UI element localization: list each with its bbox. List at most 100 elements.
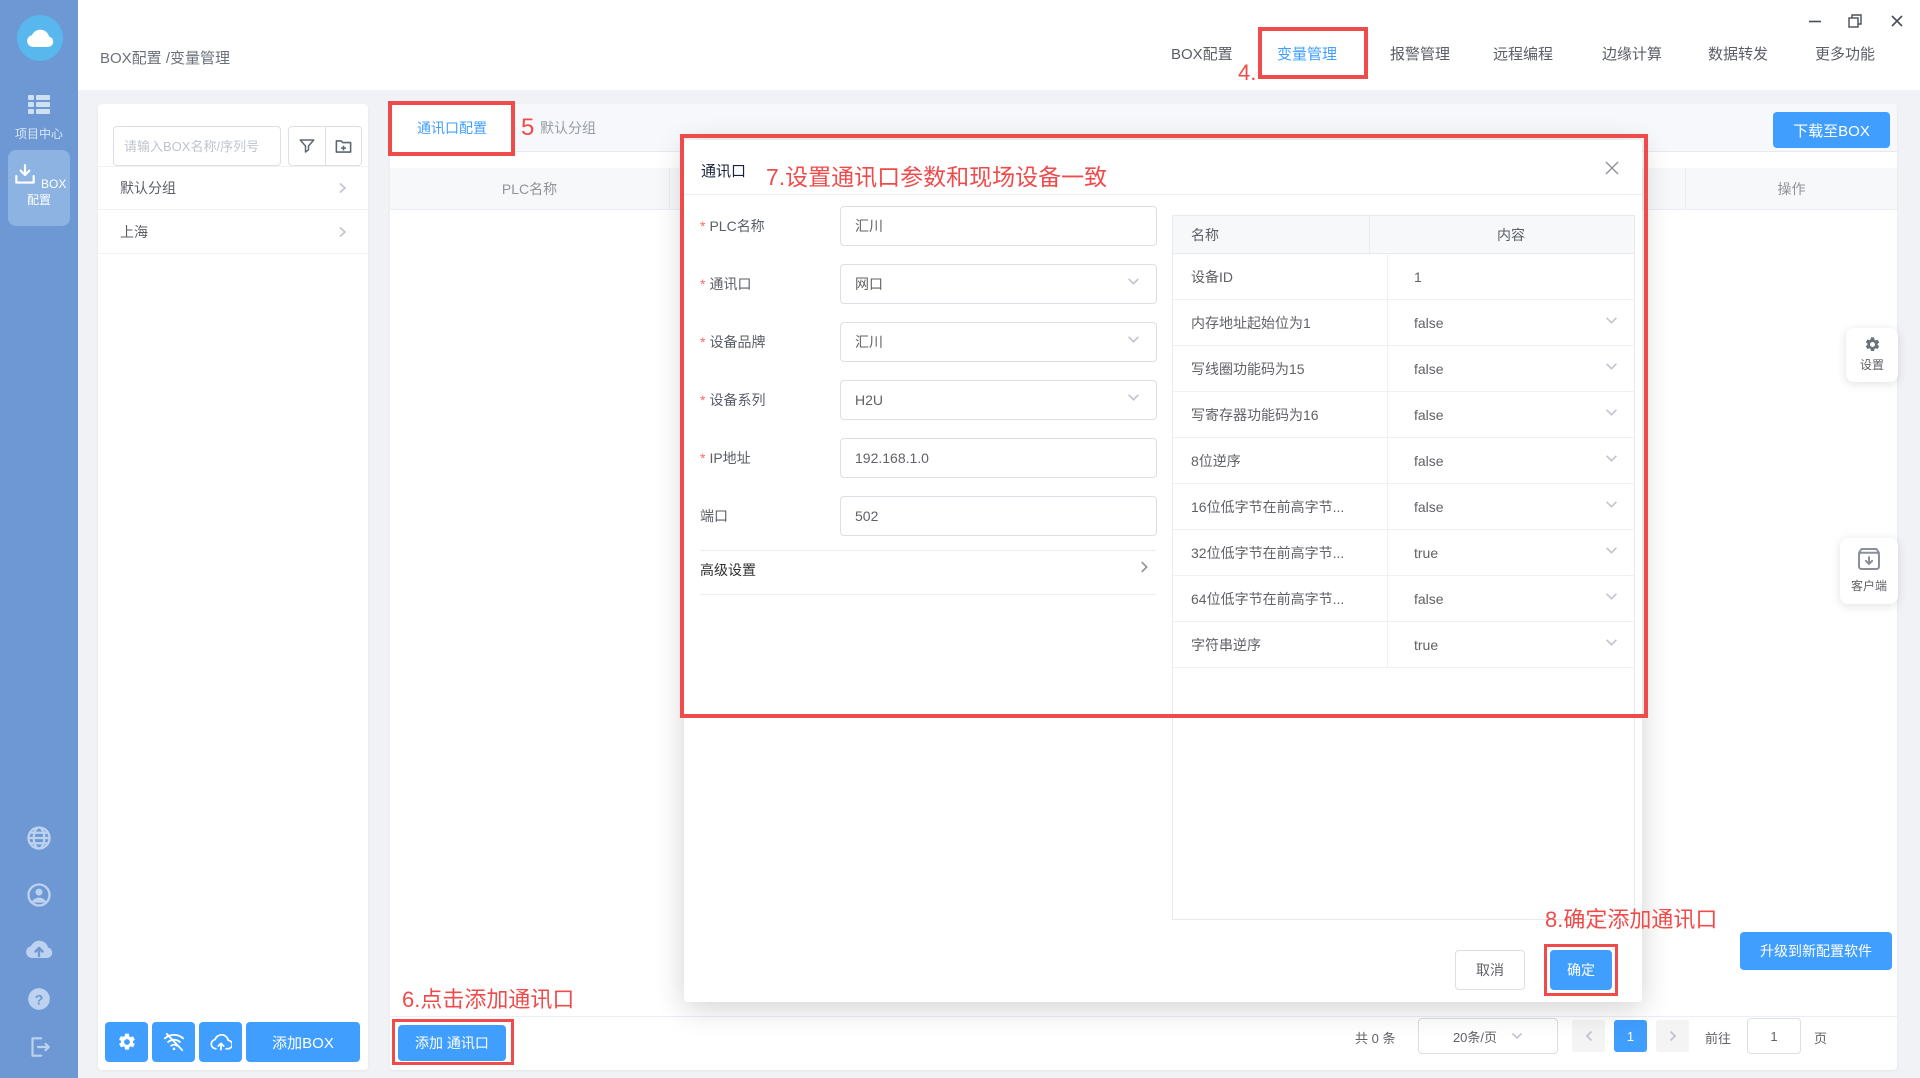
exit-icon bbox=[26, 1034, 52, 1060]
wifi-off-icon bbox=[163, 1032, 185, 1052]
param-row-16bit-order: 16位低字节在前高字节... false bbox=[1173, 484, 1634, 530]
port-input[interactable] bbox=[840, 496, 1157, 536]
dialog-header: 通讯口 bbox=[684, 140, 1642, 195]
float-client-button[interactable]: 客户端 bbox=[1840, 538, 1898, 604]
cancel-button[interactable]: 取消 bbox=[1455, 950, 1525, 990]
column-name: 名称 bbox=[1173, 216, 1370, 254]
field-label: PLC名称 bbox=[709, 218, 764, 234]
search-input[interactable] bbox=[113, 126, 281, 166]
chevron-down-icon[interactable] bbox=[1605, 362, 1618, 371]
prev-page-button[interactable] bbox=[1572, 1020, 1605, 1052]
group-label: 默认分组 bbox=[120, 178, 176, 198]
comm-port-select[interactable] bbox=[840, 264, 1157, 304]
add-box-button[interactable]: 添加BOX bbox=[246, 1022, 360, 1062]
close-icon[interactable] bbox=[1602, 158, 1622, 178]
required-mark: * bbox=[700, 218, 705, 234]
funnel-icon bbox=[298, 137, 316, 155]
close-window-button[interactable] bbox=[1886, 10, 1908, 32]
filter-button[interactable] bbox=[289, 127, 325, 165]
param-row-64bit-order: 64位低字节在前高字节... false bbox=[1173, 576, 1634, 622]
wifi-off-button[interactable] bbox=[152, 1022, 195, 1062]
float-client-label: 客户端 bbox=[1840, 577, 1898, 594]
device-brand-select[interactable] bbox=[840, 322, 1157, 362]
upgrade-config-software-button[interactable]: 升级到新配置软件 bbox=[1740, 932, 1892, 970]
client-download-icon bbox=[1854, 544, 1884, 574]
settings-button[interactable] bbox=[105, 1022, 148, 1062]
sidebar-item-cloud-sync[interactable] bbox=[0, 936, 78, 967]
ip-address-input[interactable] bbox=[840, 438, 1157, 478]
chevron-down-icon[interactable] bbox=[1605, 316, 1618, 325]
advanced-settings-toggle[interactable]: 高级设置 bbox=[700, 560, 756, 580]
box-list-panel: 默认分组 上海 添加BOX bbox=[98, 104, 368, 1070]
tab-default-group[interactable]: 默认分组 bbox=[540, 104, 596, 152]
chevron-down-icon bbox=[1127, 335, 1140, 344]
svg-text:?: ? bbox=[35, 991, 44, 1007]
minimize-button[interactable] bbox=[1804, 10, 1826, 32]
sidebar-item-help[interactable]: ? bbox=[0, 986, 78, 1017]
table-footer: 共 0 条 20条/页 1 前往 页 bbox=[390, 1016, 1897, 1070]
cloud-upload-button[interactable] bbox=[199, 1022, 242, 1062]
float-settings-button[interactable]: 设置 bbox=[1846, 328, 1898, 382]
next-page-button[interactable] bbox=[1656, 1020, 1689, 1052]
comm-port-dialog: 通讯口 *PLC名称 *通讯口 *设备品牌 *设备系列 *IP地址 端口 高级设… bbox=[684, 140, 1642, 1002]
box-config-download-icon bbox=[12, 162, 38, 188]
param-row-8bit-reverse: 8位逆序 false bbox=[1173, 438, 1634, 484]
field-label: 设备系列 bbox=[709, 392, 765, 408]
tab-comm-port-config[interactable]: 通讯口配置 bbox=[392, 104, 512, 152]
params-header: 名称 内容 bbox=[1173, 216, 1634, 254]
gear-icon bbox=[1864, 336, 1881, 353]
page-size-value: 20条/页 bbox=[1453, 1027, 1497, 1046]
project-center-icon bbox=[26, 92, 52, 116]
goto-page-input[interactable] bbox=[1747, 1018, 1801, 1054]
nav-alarm-management[interactable]: 报警管理 bbox=[1390, 43, 1450, 64]
download-to-box-button[interactable]: 下载至BOX bbox=[1773, 112, 1890, 148]
group-item-default[interactable]: 默认分组 bbox=[98, 166, 368, 210]
sidebar-item-project-center[interactable]: 项目中心 bbox=[0, 92, 78, 142]
nav-more-functions[interactable]: 更多功能 bbox=[1815, 43, 1875, 64]
nav-data-forwarding[interactable]: 数据转发 bbox=[1708, 43, 1768, 64]
float-settings-label: 设置 bbox=[1846, 356, 1898, 373]
cloud-upload-icon bbox=[24, 936, 54, 962]
sidebar-item-logout[interactable] bbox=[0, 1034, 78, 1065]
chevron-right-icon bbox=[336, 226, 348, 238]
divider bbox=[700, 594, 1156, 595]
field-label: 端口 bbox=[700, 508, 728, 524]
plc-name-input[interactable] bbox=[840, 206, 1157, 246]
goto-label: 前往 bbox=[1705, 1028, 1731, 1047]
app-logo[interactable] bbox=[17, 15, 63, 61]
chevron-right-icon bbox=[336, 182, 348, 194]
restore-button[interactable] bbox=[1844, 10, 1866, 32]
chevron-down-icon[interactable] bbox=[1605, 408, 1618, 417]
total-count: 共 0 条 bbox=[1355, 1028, 1395, 1047]
confirm-button[interactable]: 确定 bbox=[1550, 950, 1612, 990]
param-row-string-reverse: 字符串逆序 true bbox=[1173, 622, 1634, 668]
chevron-down-icon[interactable] bbox=[1605, 454, 1618, 463]
required-mark: * bbox=[700, 392, 705, 408]
nav-variable-management[interactable]: 变量管理 bbox=[1277, 43, 1337, 64]
sidebar-item-account[interactable] bbox=[0, 881, 78, 914]
page-size-select[interactable]: 20条/页 bbox=[1418, 1018, 1558, 1054]
sidebar-item-language[interactable] bbox=[0, 824, 78, 857]
field-label: 通讯口 bbox=[709, 276, 751, 292]
nav-box-config[interactable]: BOX配置 bbox=[1171, 43, 1233, 64]
chevron-down-icon bbox=[1511, 1032, 1523, 1040]
chevron-down-icon bbox=[1127, 393, 1140, 402]
device-series-select[interactable] bbox=[840, 380, 1157, 420]
add-comm-port-button[interactable]: 添加 通讯口 bbox=[398, 1025, 506, 1061]
param-row-mem-start: 内存地址起始位为1 false bbox=[1173, 300, 1634, 346]
chevron-down-icon[interactable] bbox=[1605, 638, 1618, 647]
nav-edge-computing[interactable]: 边缘计算 bbox=[1602, 43, 1662, 64]
divider bbox=[700, 550, 1156, 551]
chevron-down-icon[interactable] bbox=[1605, 592, 1618, 601]
page-1-button[interactable]: 1 bbox=[1614, 1020, 1647, 1052]
gear-icon bbox=[117, 1032, 137, 1052]
param-row-32bit-order: 32位低字节在前高字节... true bbox=[1173, 530, 1634, 576]
chevron-down-icon[interactable] bbox=[1605, 546, 1618, 555]
chevron-down-icon[interactable] bbox=[1605, 500, 1618, 509]
required-mark: * bbox=[700, 276, 705, 292]
sidebar-item-box-config[interactable]: BOX配置 bbox=[8, 150, 70, 226]
add-group-button[interactable] bbox=[325, 127, 362, 165]
nav-remote-programming[interactable]: 远程编程 bbox=[1493, 43, 1553, 64]
params-table: 名称 内容 设备ID 1 内存地址起始位为1 false 写线圈功能码为15 f… bbox=[1172, 215, 1635, 920]
group-item-shanghai[interactable]: 上海 bbox=[98, 210, 368, 254]
